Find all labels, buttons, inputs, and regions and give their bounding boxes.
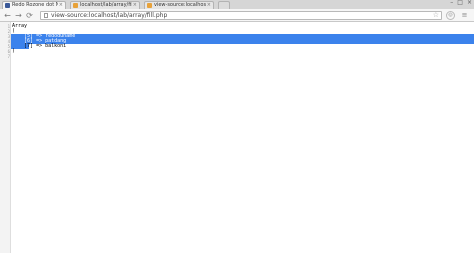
tab-title: view-source:localhost/lab/ <box>154 2 206 8</box>
tab-facebook[interactable]: Redo Rozone dot Net × <box>2 1 66 9</box>
page-icon <box>44 13 48 18</box>
close-tab-icon[interactable]: × <box>59 2 63 9</box>
source-line: [7] => balkoni <box>12 43 67 49</box>
browser-toolbar: ← → ⟳ view-source:localhost/lab/array/fi… <box>0 9 474 22</box>
tab-title: Redo Rozone dot Net <box>12 2 58 8</box>
minimize-icon[interactable]: – <box>450 0 453 6</box>
page-icon <box>147 3 152 8</box>
bookmark-star-icon[interactable]: ☆ <box>433 12 439 19</box>
close-window-icon[interactable]: × <box>467 0 472 6</box>
reload-icon[interactable]: ⟳ <box>25 11 34 20</box>
source-view[interactable]: 1 2 3 4 5 6 7 Array ( [5] => redoduname … <box>0 22 474 253</box>
new-tab-button[interactable] <box>218 1 230 9</box>
back-arrow-icon[interactable]: ← <box>3 11 12 20</box>
facebook-icon <box>5 3 10 8</box>
close-tab-icon[interactable]: × <box>207 2 211 9</box>
close-tab-icon[interactable]: × <box>133 2 137 9</box>
extension-icon[interactable]: ◎ <box>446 11 455 20</box>
tab-view-source[interactable]: view-source:localhost/lab/ × <box>144 1 214 9</box>
line-number: 7 <box>7 54 10 59</box>
maximize-icon[interactable]: □ <box>457 0 463 6</box>
menu-icon[interactable]: ≡ <box>460 11 469 20</box>
window-controls: – □ × <box>450 0 472 6</box>
tab-localhost-fill[interactable]: localhost/lab/array/fill.php × <box>70 1 140 9</box>
address-bar[interactable]: view-source:localhost/lab/array/fill.php… <box>40 11 442 20</box>
selection-highlight <box>11 39 474 44</box>
source-line: ) <box>12 48 16 54</box>
url-text[interactable]: view-source:localhost/lab/array/fill.php <box>51 12 167 19</box>
tab-title: localhost/lab/array/fill.php <box>80 2 132 8</box>
page-icon <box>73 3 78 8</box>
forward-arrow-icon[interactable]: → <box>14 11 23 20</box>
tab-strip: Redo Rozone dot Net × localhost/lab/arra… <box>0 0 474 9</box>
